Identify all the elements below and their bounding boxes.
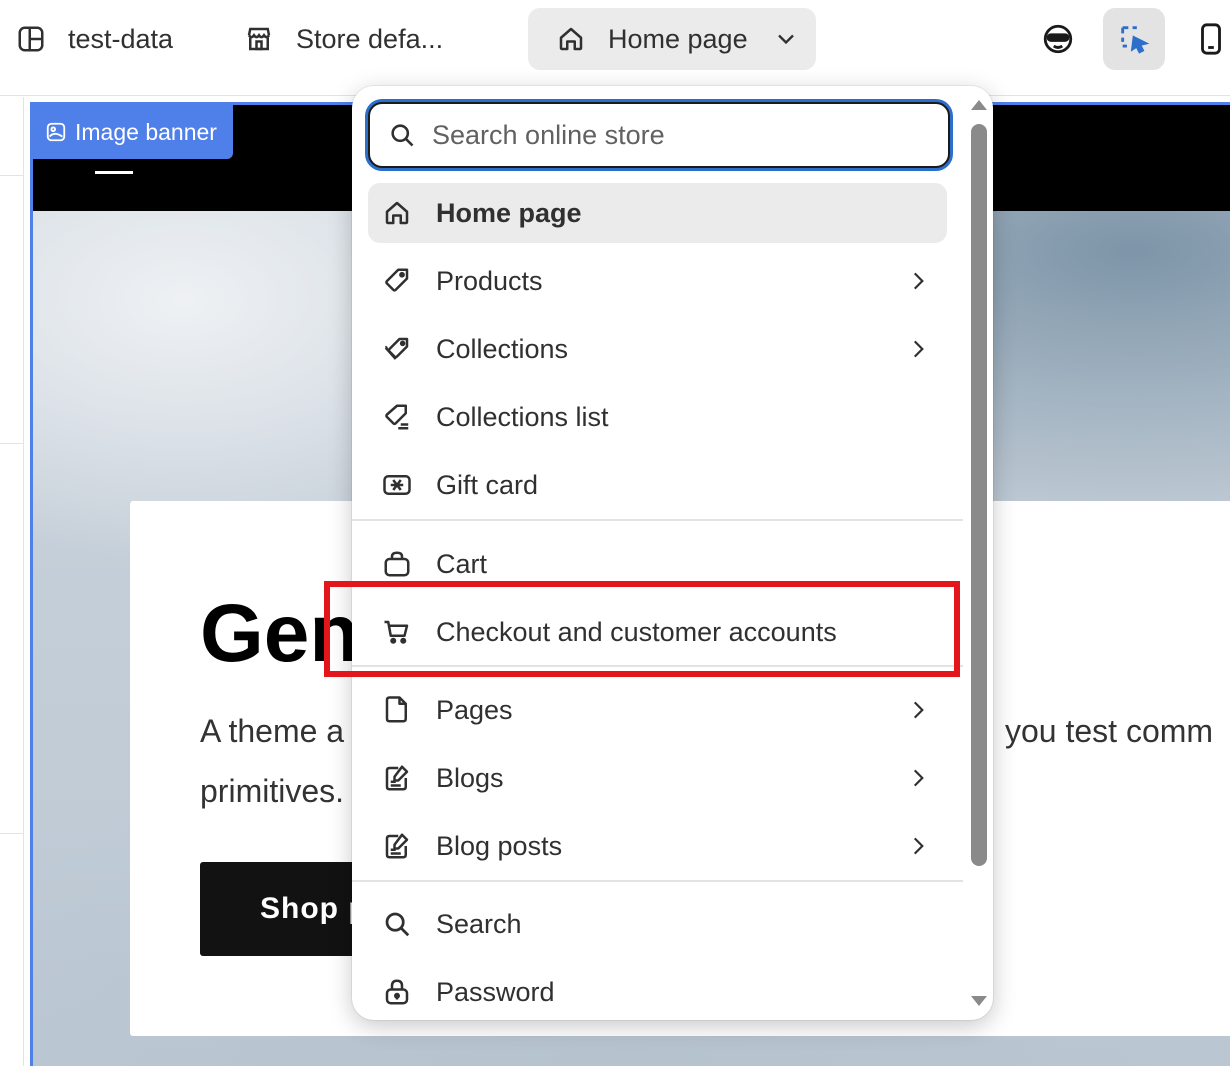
menu-item-label: Collections list bbox=[436, 401, 609, 432]
page-selector[interactable]: Home page bbox=[528, 8, 816, 70]
menu-item-label: Blogs bbox=[436, 762, 504, 793]
menu-item-label: Pages bbox=[436, 694, 513, 725]
home-icon bbox=[556, 24, 586, 54]
divider bbox=[0, 833, 24, 834]
gift-card-icon bbox=[382, 470, 412, 500]
chevron-right-icon bbox=[913, 701, 924, 719]
store-name: Store defa... bbox=[296, 23, 444, 54]
avatar-icon bbox=[1043, 24, 1073, 54]
menu-item-label: Gift card bbox=[436, 469, 539, 500]
blog-post-icon bbox=[382, 831, 412, 861]
search-input[interactable] bbox=[432, 119, 912, 151]
menu-item-blogs[interactable]: Blogs bbox=[368, 748, 947, 808]
tag-list-icon bbox=[382, 402, 412, 432]
bag-icon bbox=[382, 549, 412, 579]
chevron-right-icon bbox=[913, 272, 924, 290]
banner-heading: Gen bbox=[200, 588, 360, 679]
store-icon bbox=[244, 24, 274, 54]
menu-item-gift-card[interactable]: Gift card bbox=[368, 455, 947, 515]
theme-selector[interactable]: test-data bbox=[16, 8, 173, 70]
menu-item-label: Cart bbox=[436, 548, 488, 579]
divider bbox=[0, 443, 24, 444]
menu-item-label: Products bbox=[436, 265, 543, 296]
chevron-right-icon bbox=[913, 340, 924, 358]
image-icon bbox=[46, 122, 66, 142]
menu-item-collections[interactable]: Collections bbox=[368, 319, 947, 379]
menu-item-label: Password bbox=[436, 976, 555, 1007]
divider bbox=[0, 175, 24, 176]
banner-text-continued: you test comm bbox=[1005, 713, 1214, 749]
menu-item-label: Checkout and customer accounts bbox=[436, 616, 837, 647]
menu-item-label: Collections bbox=[436, 333, 569, 364]
banner-text: A theme a bbox=[200, 713, 345, 749]
cart-icon bbox=[382, 617, 412, 647]
menu-item-collections-list[interactable]: Collections list bbox=[368, 387, 947, 447]
scroll-up-arrow-icon[interactable] bbox=[971, 100, 987, 110]
select-cursor-icon bbox=[1121, 26, 1150, 54]
section-tag-label: Image banner bbox=[75, 118, 217, 145]
menu-item-label: Home page bbox=[436, 197, 582, 228]
tag-icon bbox=[382, 266, 412, 296]
menu-item-label: Blog posts bbox=[436, 830, 563, 861]
menu-item-pages[interactable]: Pages bbox=[368, 680, 947, 740]
lock-icon bbox=[382, 977, 412, 1007]
search-field[interactable] bbox=[368, 102, 950, 168]
avatar-button[interactable] bbox=[1027, 8, 1089, 70]
menu-item-label: Search bbox=[436, 908, 522, 939]
menu-item-search[interactable]: Search bbox=[368, 894, 947, 954]
blog-icon bbox=[382, 763, 412, 793]
menu-item-cart[interactable]: Cart bbox=[368, 534, 947, 594]
dropdown-scrollbar[interactable] bbox=[963, 94, 993, 1012]
inspector-button[interactable] bbox=[1103, 8, 1165, 70]
section-tag[interactable]: Image banner bbox=[33, 105, 233, 159]
left-panel bbox=[0, 97, 24, 1066]
menu-item-checkout-customer-accounts[interactable]: Checkout and customer accounts bbox=[368, 602, 947, 662]
tags-icon bbox=[382, 334, 412, 364]
menu-item-products[interactable]: Products bbox=[368, 251, 947, 311]
divider bbox=[352, 519, 963, 521]
menu-item-password[interactable]: Password bbox=[368, 962, 947, 1020]
scrollbar-thumb[interactable] bbox=[971, 124, 987, 866]
chevron-right-icon bbox=[913, 837, 924, 855]
scroll-down-arrow-icon[interactable] bbox=[971, 996, 987, 1006]
page-dropdown: Home page Products Collections Collectio… bbox=[352, 86, 993, 1020]
page-selector-label: Home page bbox=[608, 23, 748, 54]
search-icon bbox=[391, 124, 414, 147]
menu-item-home-page[interactable]: Home page bbox=[368, 183, 947, 243]
layout-icon bbox=[16, 24, 46, 54]
home-icon bbox=[382, 198, 412, 228]
store-selector[interactable]: Store defa... bbox=[244, 8, 443, 70]
chevron-right-icon bbox=[913, 769, 924, 787]
divider bbox=[352, 665, 963, 667]
search-icon bbox=[382, 909, 412, 939]
banner-text-line2: primitives. bbox=[200, 773, 345, 809]
menu-icon[interactable] bbox=[95, 171, 133, 174]
mobile-icon bbox=[1201, 23, 1221, 55]
theme-name: test-data bbox=[68, 23, 174, 54]
page-icon bbox=[382, 695, 412, 725]
chevron-down-icon bbox=[778, 34, 794, 45]
mobile-preview-button[interactable] bbox=[1180, 8, 1230, 70]
divider bbox=[352, 880, 963, 882]
menu-item-blog-posts[interactable]: Blog posts bbox=[368, 816, 947, 876]
top-bar: test-data Store defa... Home page bbox=[0, 0, 1230, 96]
